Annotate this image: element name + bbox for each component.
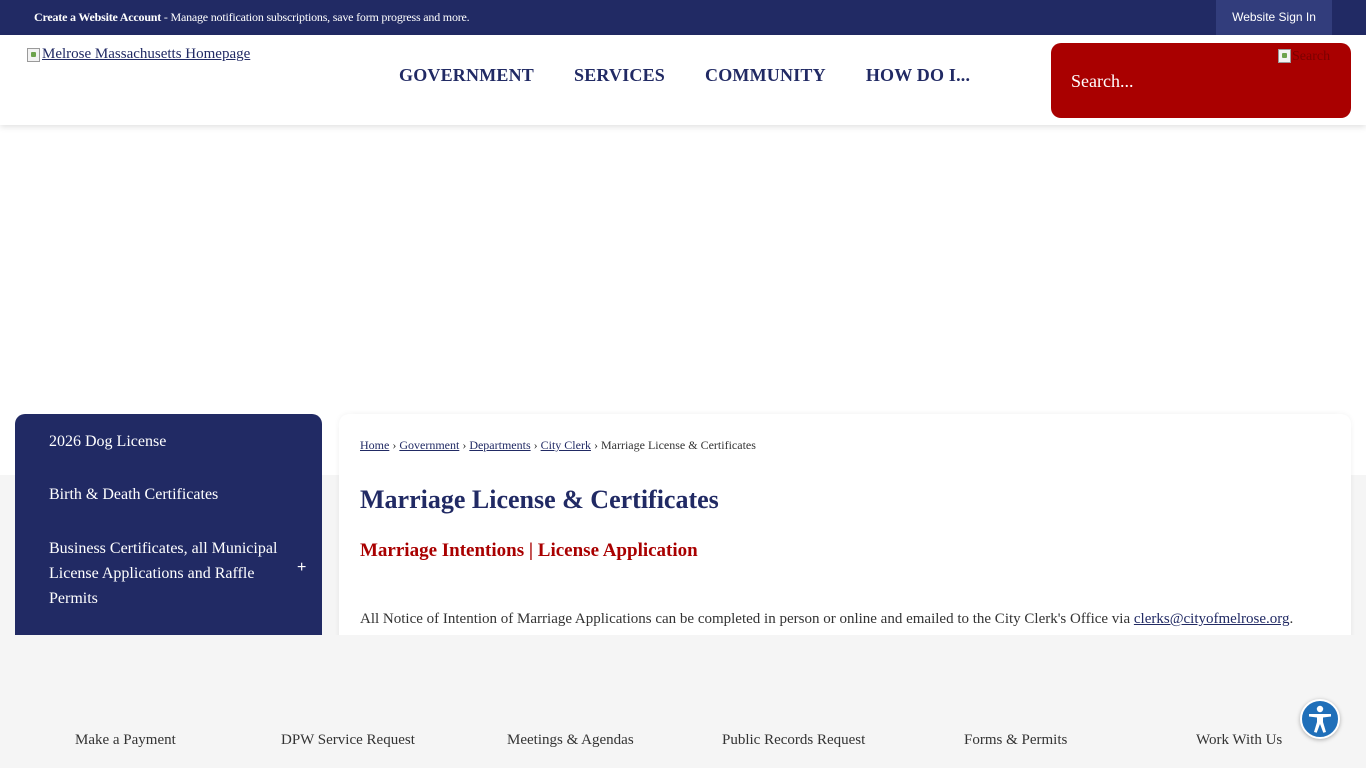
breadcrumb-city-clerk[interactable]: City Clerk [541, 438, 591, 452]
homepage-logo-link[interactable]: Melrose Massachusetts Homepage [27, 46, 250, 63]
intentions-text-end: . [1289, 611, 1294, 627]
sidebar-item-birth-death-certificates[interactable]: Birth & Death Certificates [49, 482, 279, 507]
search-button[interactable]: Search [1278, 49, 1330, 65]
nav-services[interactable]: SERVICES [554, 65, 685, 86]
marriage-intentions-link[interactable]: Marriage Intentions | License Applicatio… [360, 540, 698, 561]
accessibility-icon [1309, 705, 1331, 733]
clerk-email-link[interactable]: clerks@cityofmelrose.org [1134, 611, 1290, 627]
broken-image-icon [27, 47, 40, 62]
intentions-paragraph: All Notice of Intention of Marriage Appl… [360, 611, 1293, 628]
main-content: Home › Government › Departments › City Clerk › M… [339, 414, 1351, 654]
nav-community[interactable]: COMMUNITY [685, 65, 846, 86]
breadcrumb-government[interactable]: Government [399, 438, 459, 452]
search-input[interactable] [1071, 67, 1271, 95]
sidebar-menu: 2026 Dog License Birth & Death Certifica… [15, 414, 322, 654]
breadcrumb-home[interactable]: Home [360, 438, 389, 452]
breadcrumb-separator: › [593, 438, 598, 452]
breadcrumb-current: Marriage License & Certificates [600, 438, 756, 452]
expand-icon[interactable]: + [297, 559, 306, 577]
page-title: Marriage License & Certificates [360, 485, 719, 514]
footer-quick-links: Make a Payment DPW Service Request Meeti… [0, 635, 1366, 768]
quick-link-forms-permits[interactable]: Forms & Permits [964, 732, 1067, 749]
quick-link-make-payment[interactable]: Make a Payment [75, 732, 176, 749]
search-icon [1278, 49, 1291, 63]
accessibility-button[interactable] [1300, 699, 1340, 739]
quick-link-meetings-agendas[interactable]: Meetings & Agendas [507, 732, 634, 749]
nav-how-do-i[interactable]: HOW DO I... [846, 65, 990, 86]
search-button-alt: Search [1292, 49, 1331, 64]
top-notification-bar: Create a Website Account - Manage notifi… [0, 0, 1366, 35]
site-header: Melrose Massachusetts Homepage GOVERNMEN… [0, 35, 1366, 125]
breadcrumb-separator: › [462, 438, 467, 452]
create-account-link[interactable]: Create a Website Account [34, 10, 161, 24]
website-sign-in-button[interactable]: Website Sign In [1216, 0, 1332, 35]
nav-government[interactable]: GOVERNMENT [379, 65, 554, 86]
sidebar-item-dog-license[interactable]: 2026 Dog License [49, 429, 279, 454]
intentions-text: All Notice of Intention of Marriage Appl… [360, 611, 1134, 627]
quick-link-work-with-us[interactable]: Work With Us [1196, 732, 1282, 749]
breadcrumb-separator: › [533, 438, 538, 452]
sidebar-item-business-certificates[interactable]: Business Certificates, all Municipal Lic… [49, 536, 279, 611]
search-box: Search [1051, 43, 1351, 118]
marriage-intentions-heading: Marriage Intentions | License Applicatio… [360, 540, 698, 562]
create-account-description: - Manage notification subscriptions, sav… [161, 10, 470, 24]
breadcrumb: Home › Government › Departments › City Clerk › M… [360, 438, 756, 453]
breadcrumb-departments[interactable]: Departments [469, 438, 530, 452]
logo-alt-text: Melrose Massachusetts Homepage [42, 46, 251, 62]
main-navigation: GOVERNMENT SERVICES COMMUNITY HOW DO I..… [379, 35, 990, 115]
quick-link-public-records-request[interactable]: Public Records Request [722, 732, 865, 749]
create-account-message[interactable]: Create a Website Account - Manage notifi… [34, 0, 470, 35]
quick-link-dpw-service-request[interactable]: DPW Service Request [281, 732, 415, 749]
breadcrumb-separator: › [392, 438, 397, 452]
